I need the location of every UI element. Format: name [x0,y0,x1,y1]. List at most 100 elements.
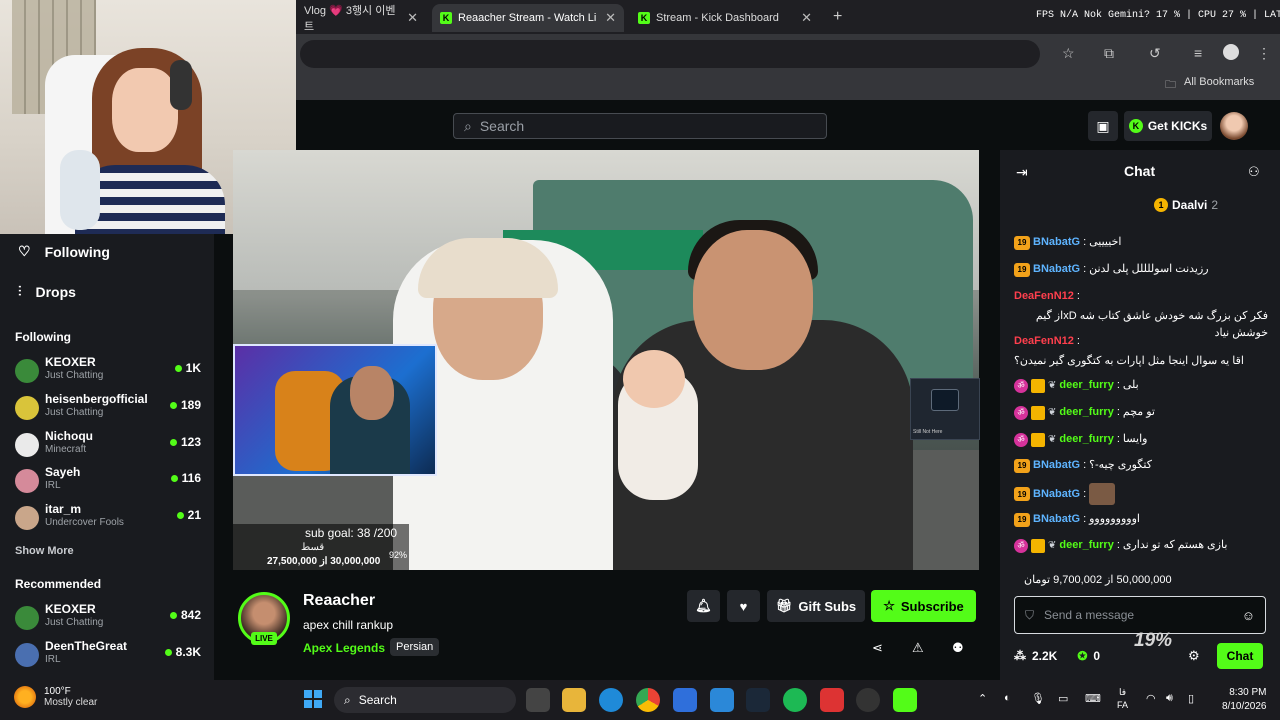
volume-icon[interactable]: 🔊︎ [1166,692,1173,705]
chevron-up-icon[interactable]: ⌃ [978,692,987,705]
live-dot-icon [170,474,178,482]
share-icon[interactable]: ⋖ [872,640,883,656]
channel-name: DeenTheGreat [45,639,128,653]
player-thumbnail: Still Not Here [910,378,980,440]
all-bookmarks[interactable]: All Bookmarks [1184,76,1254,88]
steam-icon[interactable] [746,688,770,712]
channel-item[interactable]: DeenTheGreat IRL 8.3K [15,639,201,675]
language-indicator[interactable]: فا FA [1117,686,1128,712]
channel-category: IRL [45,480,61,491]
language-tag[interactable]: Persian [390,638,440,656]
notification-bell-button[interactable]: 🔔︎ [687,590,720,622]
live-dot-icon [164,648,172,656]
chat-username[interactable]: BNabatG [1033,234,1080,251]
chrome-icon[interactable] [636,688,660,712]
stream-category[interactable]: Apex Legends [303,641,385,655]
channel-item[interactable]: itar_m Undercover Fools 21 [15,502,201,538]
chat-username[interactable]: deer_furry [1059,377,1113,394]
address-bar[interactable] [300,40,1040,68]
media-icon[interactable]: ≡ [1194,45,1202,61]
chat-username[interactable]: BNabatG [1033,457,1080,474]
chat-message: 19 BNabatG: اخییییی [1014,234,1268,251]
gift-icon[interactable]: ▣ [1088,111,1118,141]
avatar [15,643,39,667]
edge-icon[interactable] [599,688,623,712]
follow-button[interactable]: ♥ [727,590,760,622]
app-icon[interactable] [820,688,844,712]
channel-item[interactable]: Sayeh IRL 116 [15,465,201,501]
chat-username[interactable]: deer_furry [1059,431,1113,448]
channel-item[interactable]: KEOXER Just Chatting 842 [15,602,201,638]
clock[interactable]: 8:30 PM 8/10/2026 [1222,686,1267,714]
chat-username[interactable]: BNabatG [1033,511,1080,528]
taskbar-search[interactable]: ⌕ Search [334,687,516,713]
pinned-user: Daalvi [1172,198,1208,212]
file-explorer-icon[interactable] [562,688,586,712]
close-icon[interactable]: ✕ [407,10,418,26]
chat-message: DeaFenN12: اقا یه سوال اینجا مثل اپارات … [1014,333,1268,370]
chat-username[interactable]: deer_furry [1059,537,1113,554]
store-icon[interactable] [673,688,697,712]
get-kicks-button[interactable]: K Get KICKs [1124,111,1212,141]
gift-icon: 🎁︎ [775,598,793,613]
subscribe-label: Subscribe [900,598,964,614]
chat-users-icon[interactable]: ⚇ [1248,164,1260,180]
streamer-name[interactable]: Reaacher [303,592,375,610]
chat-username[interactable]: DeaFenN12 [1014,288,1074,305]
windows-start-icon[interactable] [304,690,322,708]
weather-widget[interactable]: 100°F Mostly clear [14,686,97,708]
browser-tab-kick-dashboard[interactable]: K Stream - Kick Dashboard ✕ [630,4,820,32]
channel-item[interactable]: heisenbergofficial Just Chatting 189 [15,392,201,428]
channel-item[interactable]: KEOXER Just Chatting 1K [15,355,201,391]
star-icon[interactable]: ☆ [1062,45,1075,62]
viewer-count: 21 [176,508,201,522]
history-icon[interactable]: ↺ [1149,45,1161,62]
live-badge: LIVE [251,632,277,645]
browser-tab-vlog[interactable]: Vlog 💗 3행시 이벤트 ✕ [296,4,426,33]
browser-tab-reaacher[interactable]: K Reaacher Stream - Watch Li ✕ [432,4,624,32]
gift-subs-button[interactable]: 🎁︎ Gift Subs [767,590,865,622]
channel-item[interactable]: Nichoqu Minecraft 123 [15,429,201,465]
crown-badge-icon [1031,538,1045,553]
donation-goal-overlay: 50,000,000 از 9,700,002 تومان [1024,567,1264,591]
tray-app-icon[interactable]: ◐ [1004,692,1011,704]
chat-username[interactable]: BNabatG [1033,486,1080,503]
close-icon[interactable]: ✕ [605,10,616,26]
microphone-icon[interactable]: 🎙︎ [1031,692,1045,705]
profile-icon[interactable] [1223,44,1239,60]
report-icon[interactable]: ⚠ [912,640,924,656]
chat-input[interactable]: ⛉ Send a message ☺ [1014,596,1266,634]
avatar [15,469,39,493]
subscribe-button[interactable]: ☆ Subscribe [871,590,976,622]
close-icon[interactable]: ✕ [801,10,812,26]
emoji-icon[interactable]: ☺ [1242,608,1255,623]
wifi-icon[interactable]: ◠ [1146,692,1156,705]
spotify-icon[interactable] [783,688,807,712]
app-icon[interactable] [856,688,880,712]
battery-icon[interactable]: ▯ [1188,692,1194,705]
send-chat-button[interactable]: Chat [1217,643,1263,669]
new-tab-icon[interactable]: + [833,8,842,26]
menu-icon[interactable]: ⋮ [1257,45,1271,62]
channel-points-icon[interactable]: ✪ [1077,649,1087,663]
extensions-icon[interactable]: ⧉ [1104,45,1114,62]
sidebar-item-following[interactable]: ♡ Following [18,243,110,260]
tray-app-icon[interactable]: ▭ [1058,692,1068,705]
avatar[interactable] [1220,112,1248,140]
avatar [15,396,39,420]
sidebar-item-drops[interactable]: ⫶ Drops [18,283,76,300]
chat-username[interactable]: deer_furry [1059,404,1113,421]
channel-category: IRL [45,654,61,665]
show-more-link[interactable]: Show More [15,545,74,557]
keyboard-icon[interactable]: ⌨ [1085,692,1101,705]
user-options-icon[interactable]: ⚉ [952,640,964,656]
search-input[interactable]: ⌕ Search [453,113,827,139]
task-view-icon[interactable] [526,688,550,712]
kick-app-icon[interactable] [893,688,917,712]
chat-username[interactable]: BNabatG [1033,261,1080,278]
chat-username[interactable]: DeaFenN12 [1014,333,1074,350]
channel-category: Just Chatting [45,407,104,418]
collapse-chat-icon[interactable]: ⇥ [1016,164,1028,181]
gear-icon[interactable]: ⚙ [1188,648,1200,664]
app-icon[interactable] [710,688,734,712]
